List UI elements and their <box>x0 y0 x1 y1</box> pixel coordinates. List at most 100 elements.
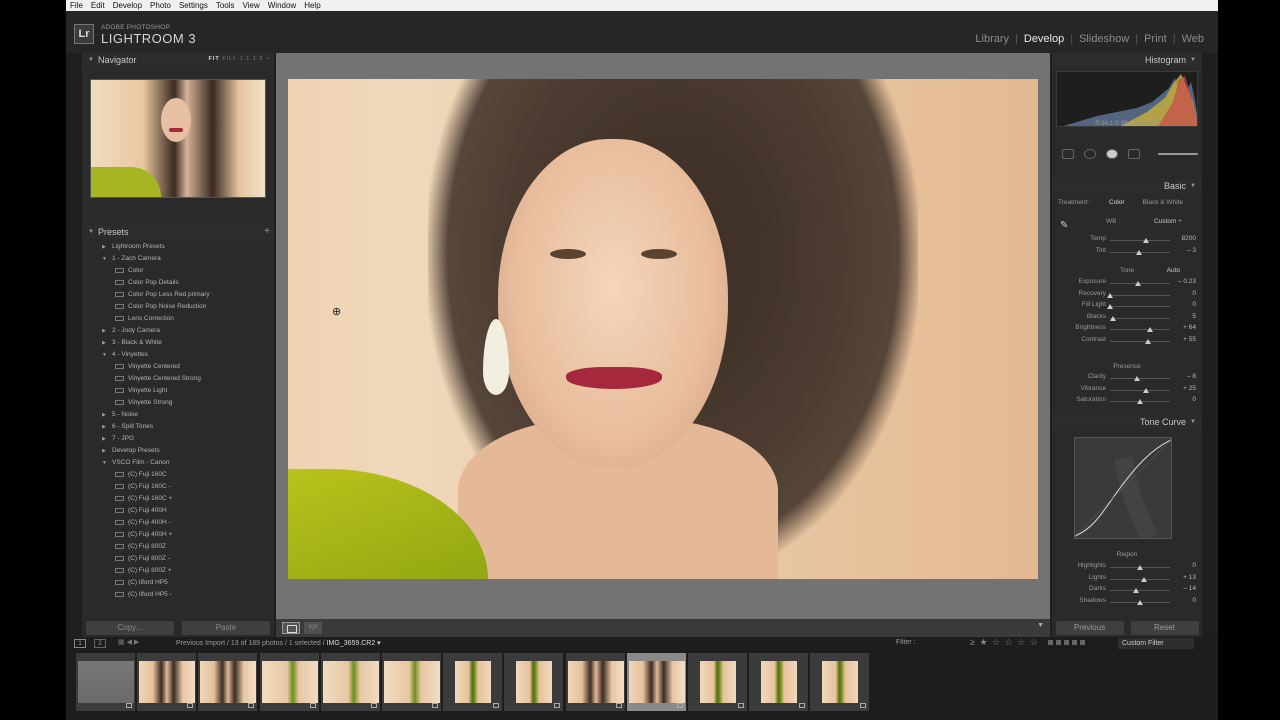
filmstrip-thumbnail[interactable] <box>200 661 257 703</box>
tonecurve-header[interactable]: Tone Curve ▼ <box>1052 415 1202 429</box>
filmstrip-thumbnail[interactable] <box>516 661 553 703</box>
filmstrip-cell[interactable] <box>320 653 381 711</box>
filmstrip-cell[interactable] <box>626 653 687 711</box>
preset-item[interactable]: (C) Ilford HP5 <box>82 577 274 589</box>
tone-curve-graph[interactable] <box>1074 437 1172 542</box>
zoom-fit[interactable]: FIT <box>209 56 220 62</box>
slider-lights[interactable]: Lights + 13 <box>1052 574 1202 585</box>
slider-knob[interactable] <box>1132 588 1139 593</box>
window-2-button[interactable]: 2 <box>94 639 106 648</box>
slider-knob[interactable] <box>1134 281 1141 286</box>
preset-folder[interactable]: ▶ Lightroom Presets <box>82 241 274 253</box>
filmstrip-cell[interactable] <box>137 653 198 711</box>
module-web[interactable]: Web <box>1176 33 1210 45</box>
filmstrip-cell[interactable] <box>443 653 504 711</box>
filmstrip-cell[interactable] <box>749 653 810 711</box>
filmstrip-cell[interactable] <box>565 653 626 711</box>
color-swatch[interactable] <box>1048 640 1053 645</box>
slider-track[interactable] <box>1110 249 1170 255</box>
slider-knob[interactable] <box>1145 338 1152 344</box>
menu-help[interactable]: Help <box>300 1 324 10</box>
adjustment-brush-icon[interactable] <box>1158 153 1198 155</box>
slider-value[interactable]: 0 <box>1192 301 1196 308</box>
slider-knob[interactable] <box>1137 599 1143 605</box>
loupe-view-icon[interactable] <box>282 622 300 634</box>
filmstrip-thumbnail[interactable] <box>822 661 859 703</box>
slider-value[interactable]: 0 <box>1192 290 1196 297</box>
collapse-triangle-icon[interactable]: ▼ <box>88 229 94 235</box>
color-swatch[interactable] <box>1056 640 1061 645</box>
collapsed-triangle-icon[interactable]: ▶ <box>102 409 112 421</box>
slider-track[interactable] <box>1110 399 1170 404</box>
treatment-bw[interactable]: Black & White <box>1143 199 1183 206</box>
slider-track[interactable] <box>1107 292 1170 298</box>
menu-tools[interactable]: Tools <box>212 1 239 10</box>
menu-photo[interactable]: Photo <box>146 1 175 10</box>
preset-item[interactable]: Vinyette Light <box>82 385 274 397</box>
wb-eyedropper-icon[interactable]: ✎ <box>1060 220 1072 232</box>
slider-brightness[interactable]: Brightness + 64 <box>1052 324 1202 335</box>
color-swatch[interactable] <box>1064 640 1069 645</box>
preset-item[interactable]: (C) Fuji 800Z + <box>82 565 274 577</box>
slider-knob[interactable] <box>1107 304 1113 309</box>
preset-item[interactable]: Color Pop Less Red primary <box>82 289 274 301</box>
slider-track[interactable] <box>1110 588 1170 593</box>
preset-item[interactable]: Vinyette Strong <box>82 397 274 409</box>
presets-header[interactable]: ▼ Presets + <box>82 225 274 239</box>
preset-item[interactable]: (C) Fuji 160C <box>82 469 274 481</box>
preset-item[interactable]: (C) Fuji 160C - <box>82 481 274 493</box>
preset-folder[interactable]: ▶ 6 - Split Tones <box>82 421 274 433</box>
preset-item[interactable]: (C) Fuji 800Z <box>82 541 274 553</box>
slider-knob[interactable] <box>1140 576 1147 582</box>
filmstrip-thumbnail[interactable] <box>322 661 379 703</box>
preset-item[interactable]: (C) Fuji 800Z - <box>82 553 274 565</box>
crop-tool-icon[interactable] <box>1062 149 1074 159</box>
filmstrip-cell[interactable] <box>76 653 136 711</box>
slider-darks[interactable]: Darks – 14 <box>1052 585 1202 596</box>
filmstrip-thumbnail[interactable] <box>761 661 798 703</box>
preset-folder[interactable]: ▶ 2 - Jody Camera <box>82 325 274 337</box>
zoom-other-options[interactable]: FILL 1:1 1:2 ÷ <box>222 56 270 62</box>
slider-value[interactable]: + 25 <box>1183 385 1196 392</box>
module-slideshow[interactable]: Slideshow <box>1073 33 1135 45</box>
slider-tint[interactable]: Tint – 3 <box>1052 247 1202 258</box>
preset-folder[interactable]: ▶ 5 - Noise <box>82 409 274 421</box>
collapsed-triangle-icon[interactable]: ▶ <box>102 433 112 445</box>
slider-saturation[interactable]: Saturation 0 <box>1052 396 1202 407</box>
filmstrip-thumbnail[interactable] <box>700 661 736 703</box>
filmstrip-thumbnail[interactable] <box>628 661 685 703</box>
slider-track[interactable] <box>1110 281 1170 286</box>
expanded-triangle-icon[interactable]: ▼ <box>102 457 112 469</box>
filmstrip-cell[interactable] <box>198 653 259 711</box>
preset-folder[interactable]: ▶ Develop Presets <box>82 445 274 457</box>
slider-track[interactable] <box>1110 338 1170 344</box>
add-preset-icon[interactable]: + <box>264 226 270 237</box>
slider-value[interactable]: – 14 <box>1183 585 1196 592</box>
paste-button[interactable]: Paste <box>182 621 270 635</box>
slider-track[interactable] <box>1107 304 1170 309</box>
previous-button[interactable]: Previous <box>1055 621 1124 635</box>
color-swatch[interactable] <box>1080 640 1085 645</box>
slider-knob[interactable] <box>1107 292 1113 298</box>
filmstrip-thumbnail[interactable] <box>261 661 318 703</box>
slider-knob[interactable] <box>1137 565 1143 570</box>
collapsed-triangle-icon[interactable]: ▶ <box>102 337 112 349</box>
preset-item[interactable]: (C) Fuji 400H + <box>82 529 274 541</box>
toolbar-menu-icon[interactable]: ▼ <box>1037 622 1044 629</box>
menu-edit[interactable]: Edit <box>87 1 109 10</box>
custom-filter-select[interactable]: Custom Filter <box>1118 638 1194 649</box>
preset-folder[interactable]: ▶ 3 - Black & White <box>82 337 274 349</box>
source-breadcrumb[interactable]: Previous Import / 13 of 189 photos / 1 s… <box>176 639 381 647</box>
slider-track[interactable] <box>1110 387 1170 393</box>
filmstrip-thumbnail[interactable] <box>567 661 624 703</box>
slider-knob[interactable] <box>1110 315 1116 321</box>
color-swatch[interactable] <box>1072 640 1077 645</box>
slider-value[interactable]: 0 <box>1192 597 1196 604</box>
red-eye-icon[interactable] <box>1106 149 1118 159</box>
preset-folder[interactable]: ▶ 7 - JPG <box>82 433 274 445</box>
slider-contrast[interactable]: Contrast + 55 <box>1052 336 1202 347</box>
slider-track[interactable] <box>1110 327 1170 332</box>
grid-icon[interactable]: ▦ <box>118 639 125 646</box>
collapsed-triangle-icon[interactable]: ▶ <box>102 241 112 253</box>
preset-item[interactable]: Vinyette Centered Strong <box>82 373 274 385</box>
